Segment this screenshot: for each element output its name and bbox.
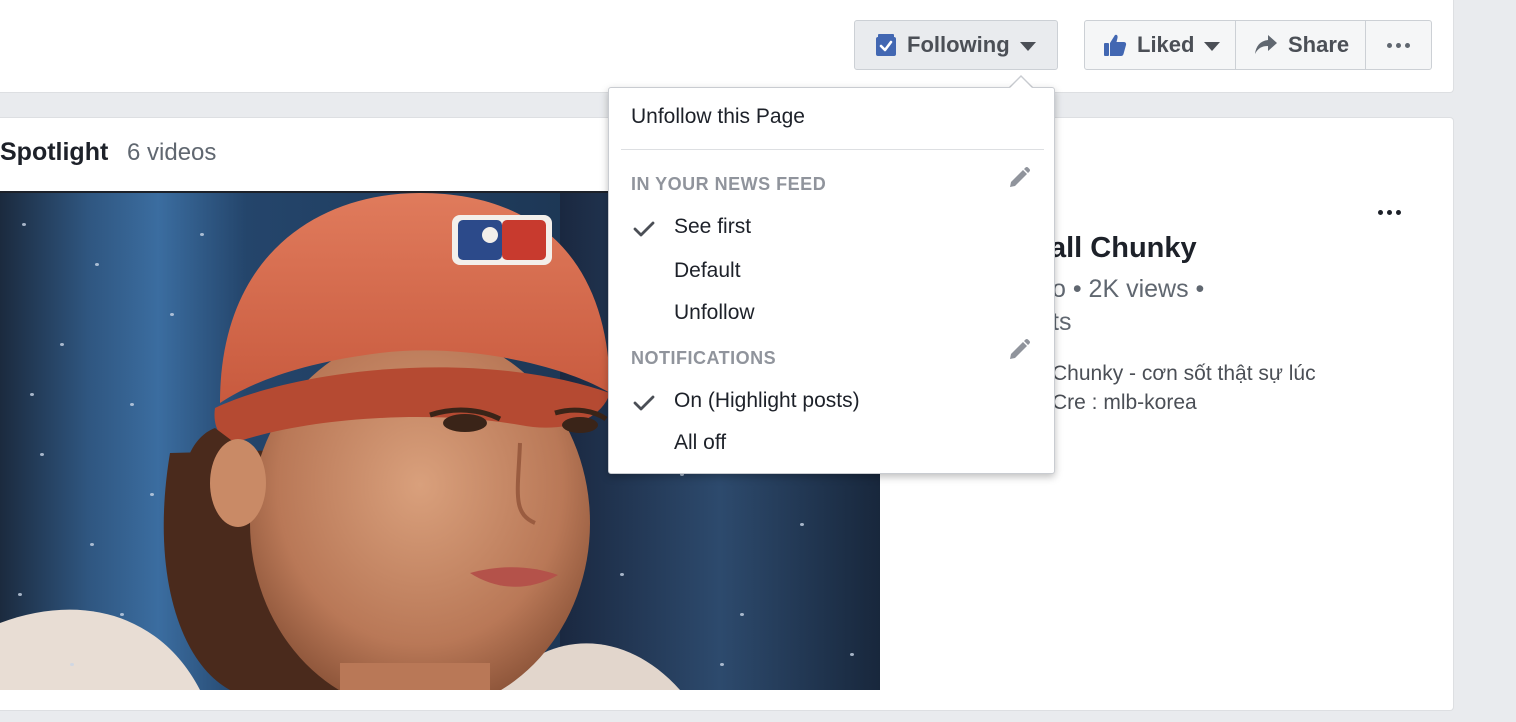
notifications-heading: NOTIFICATIONS: [631, 348, 777, 368]
more-dots-icon: [1387, 42, 1410, 48]
highlight-posts-option[interactable]: On (Highlight posts): [674, 389, 860, 413]
see-first-option[interactable]: See first: [674, 215, 751, 239]
video-meta: o • 2K views •: [1052, 275, 1205, 303]
checkmark-icon: [633, 395, 655, 411]
unfollow-option[interactable]: Unfollow: [674, 301, 755, 325]
chevron-down-icon: [1204, 41, 1221, 51]
news-feed-heading: IN YOUR NEWS FEED: [631, 174, 827, 194]
following-button[interactable]: Following: [854, 20, 1058, 70]
share-icon: [1255, 35, 1277, 54]
more-options-button[interactable]: [1365, 20, 1432, 70]
all-off-option[interactable]: All off: [674, 431, 726, 455]
liked-label: Liked: [1137, 32, 1195, 57]
default-option[interactable]: Default: [674, 259, 741, 283]
following-label: Following: [907, 32, 1010, 57]
edit-news-feed-icon[interactable]: [1007, 166, 1031, 190]
video-title[interactable]: all Chunky: [1050, 232, 1197, 265]
following-icon: [876, 34, 896, 56]
unfollow-page-option[interactable]: Unfollow this Page: [631, 105, 805, 129]
video-options-button[interactable]: [1378, 210, 1401, 215]
video-description: Chunky - cơn sốt thật sự lúc: [1052, 362, 1316, 385]
thumbs-up-icon: [1104, 34, 1127, 56]
share-button[interactable]: Share: [1235, 20, 1366, 70]
checkmark-icon: [633, 221, 655, 237]
spotlight-count: 6 videos: [127, 139, 217, 166]
video-description-continued: Cre : mlb-korea: [1052, 391, 1197, 414]
edit-notifications-icon[interactable]: [1007, 338, 1031, 362]
following-dropdown-menu: Unfollow this Page IN YOUR NEWS FEED See…: [608, 87, 1055, 474]
share-label: Share: [1288, 32, 1350, 57]
dropdown-pointer-fill: [1009, 77, 1033, 89]
chevron-down-icon: [1019, 41, 1036, 51]
menu-divider: [621, 149, 1044, 150]
spotlight-title: Spotlight: [0, 138, 109, 166]
liked-button[interactable]: Liked: [1084, 20, 1236, 70]
